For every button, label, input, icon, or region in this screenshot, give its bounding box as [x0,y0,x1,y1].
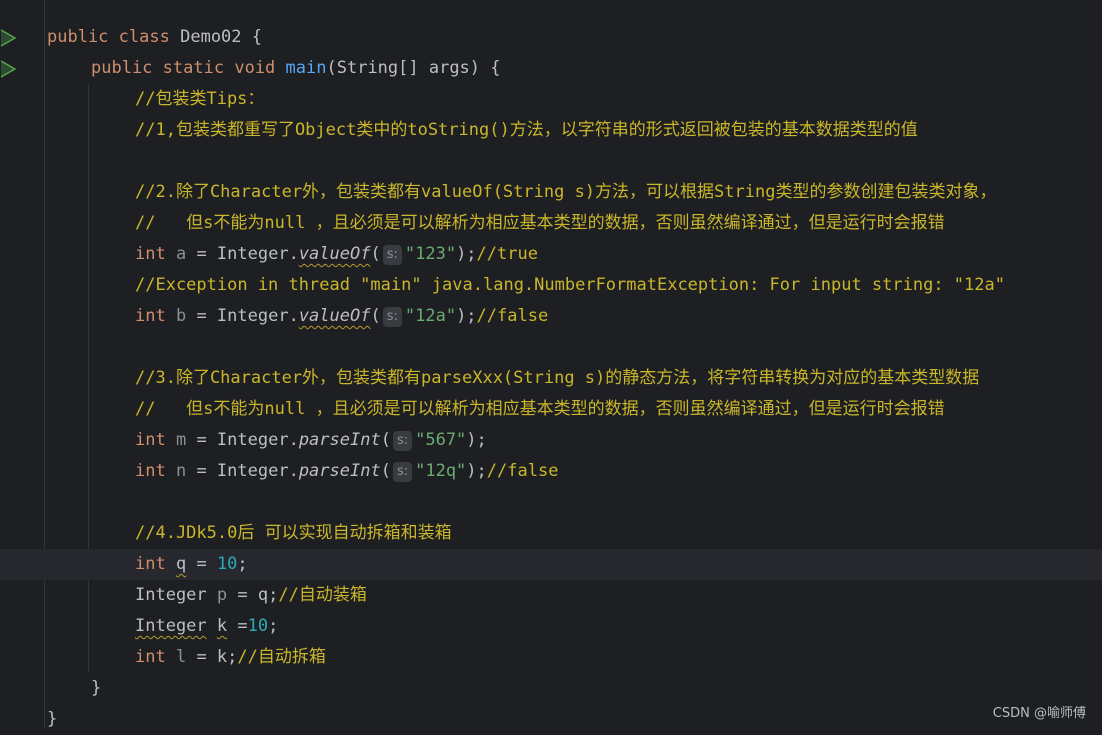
expression: = Integer. [186,430,299,450]
variable: k [216,616,228,636]
comment: //true [476,244,538,264]
variable: b [175,306,187,326]
code-line: int l = k;//自动拆箱 [135,642,326,673]
paren: ); [466,430,487,450]
keyword: void [234,58,276,78]
watermark: CSDN @喻师傅 [992,706,1086,721]
parameter-hint: s: [382,245,402,265]
code-line: int a = Integer.valueOf(s: "123");//true [135,239,538,270]
expression: = q; [227,585,279,605]
method-name: main [285,58,327,78]
comment-line: //1,包装类都重写了Object类中的toString()方法，以字符串的形式… [135,120,918,140]
paren: ( [370,306,381,326]
keyword: public [91,58,153,78]
type: int [135,430,166,450]
expression: = [186,554,217,574]
number-literal: 10 [216,554,238,574]
string-literal: "12a" [404,306,457,326]
type: Integer [135,616,207,636]
comment: //false [486,461,559,481]
semicolon: ; [268,616,279,636]
code-line: public static void main(String[] args) { [91,53,501,84]
variable: a [175,244,187,264]
method-call: valueOf [298,306,371,326]
type: Integer [135,585,207,605]
class-name: Demo02 [180,27,242,47]
number-literal: 10 [247,616,269,636]
code-line: Integer p = q;//自动装箱 [135,580,367,611]
run-main-icon[interactable] [0,60,16,78]
string-literal: "12q" [415,461,467,481]
variable: q [175,554,187,574]
variable: l [175,647,187,667]
paren: ( [380,430,391,450]
keyword: public [47,27,109,47]
variable: n [175,461,187,481]
editor-gutter [0,0,30,729]
type: int [135,647,166,667]
code-line: int m = Integer.parseInt(s: "567"); [135,425,487,456]
parameter-hint: s: [392,462,413,482]
expression: = Integer. [186,461,299,481]
closing-brace: } [91,678,102,698]
code-line: public class Demo02 { [47,22,262,53]
method-call: parseInt [298,430,381,450]
comment-line: // 但s不能为null ，且必须是可以解析为相应基本类型的数据，否则虽然编译通… [135,399,945,419]
expression: = Integer. [186,306,299,326]
code-line: int n = Integer.parseInt(s: "12q");//fals… [135,456,558,487]
comment-line: //3.除了Character外，包装类都有parseXxx(String s)… [135,368,980,388]
comment: //false [476,306,549,326]
comment-line: //2.除了Character外，包装类都有valueOf(String s)方… [135,182,997,202]
type: int [135,306,166,326]
method-call: valueOf [298,244,371,264]
parameter-hint: s: [392,431,413,451]
semicolon: ; [237,554,248,574]
paren: ); [466,461,487,481]
paren: ); [456,306,477,326]
expression: = [227,616,248,636]
closing-brace: } [47,709,58,729]
variable: p [216,585,228,605]
comment: //自动装箱 [278,585,367,605]
paren: ); [456,244,477,264]
type: int [135,244,166,264]
brace: { [251,27,263,47]
method-call: parseInt [298,461,381,481]
expression: = k; [186,647,238,667]
keyword: static [162,58,225,78]
run-class-icon[interactable] [0,29,16,47]
comment-line: // 但s不能为null ，且必须是可以解析为相应基本类型的数据，否则虽然编译通… [135,213,945,233]
type: int [135,554,166,574]
string-literal: "123" [404,244,457,264]
current-code-line: int q = 10; [0,549,1102,580]
comment-line: //Exception in thread "main" java.lang.N… [135,275,1005,295]
keyword: class [118,27,170,47]
indent-guide [44,0,45,729]
indent-guide [88,84,89,672]
string-literal: "567" [415,430,467,450]
code-line: Integer k =10; [135,611,278,642]
comment-line: //4.JDk5.0后 可以实现自动拆箱和装箱 [135,523,452,543]
variable: m [175,430,187,450]
comment: //自动拆箱 [237,647,326,667]
type: int [135,461,166,481]
expression: = Integer. [186,244,299,264]
comment-line: //包装类Tips： [135,89,265,109]
paren: ( [370,244,381,264]
method-params: (String[] args) { [326,58,501,78]
parameter-hint: s: [382,307,402,327]
paren: ( [380,461,391,481]
code-line: int b = Integer.valueOf(s: "12a");//false [135,301,548,332]
